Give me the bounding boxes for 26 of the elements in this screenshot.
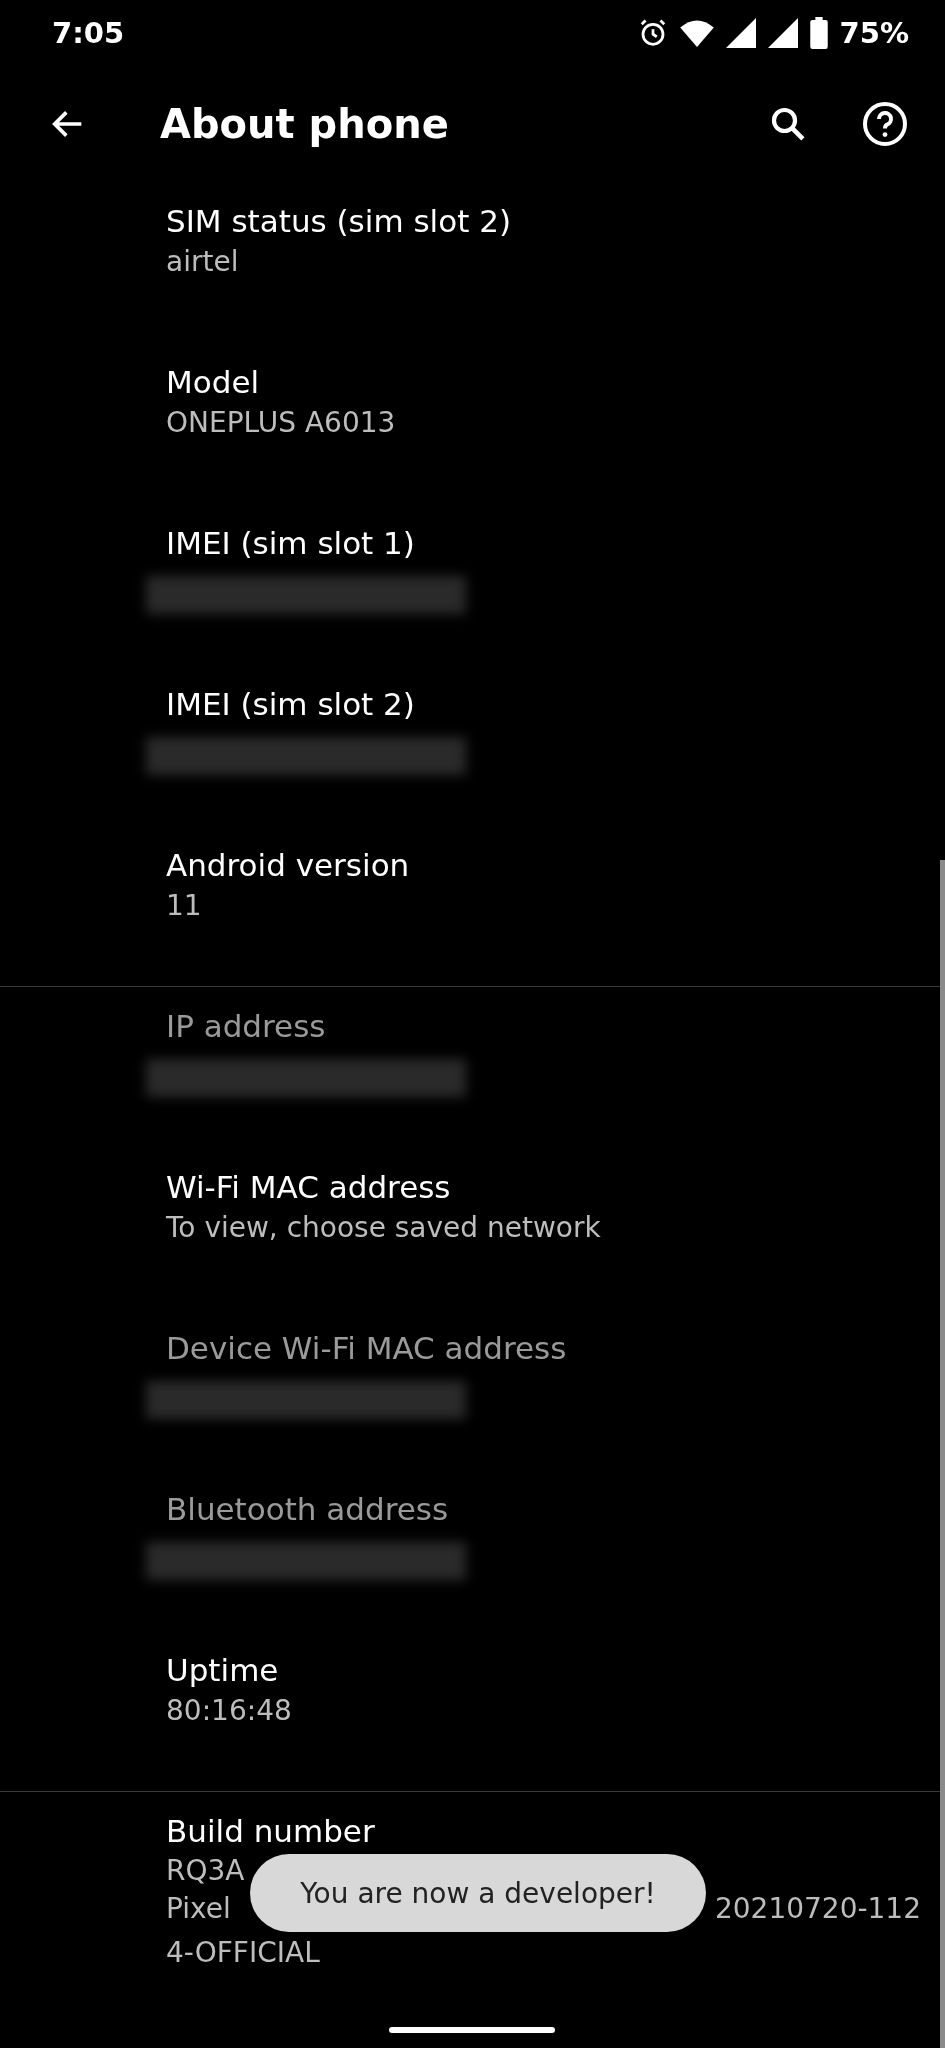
page-title: About phone <box>160 101 450 147</box>
signal-icon <box>725 18 756 48</box>
item-title[interactable]: Uptime <box>166 1649 279 1691</box>
item-summary: 80:16:48 <box>166 1693 292 1729</box>
item-summary: ONEPLUS A6013 <box>166 405 396 441</box>
item-summary: 4-OFFICIAL <box>166 1935 320 1971</box>
item-title[interactable]: IMEI (sim slot 2) <box>166 683 415 725</box>
item-title[interactable]: IMEI (sim slot 1) <box>166 522 415 564</box>
item-summary: 20210720-112 <box>714 1891 921 1927</box>
item-title[interactable]: Build number <box>166 1810 375 1852</box>
item-summary: To view, choose saved network <box>166 1210 601 1246</box>
help-icon <box>861 100 909 148</box>
toast-message: You are now a developer! <box>300 1876 656 1910</box>
item-title[interactable]: Model <box>166 361 260 403</box>
item-summary: RQ3A <box>166 1853 245 1889</box>
signal-icon <box>767 18 798 48</box>
item-summary: 11 <box>166 888 202 924</box>
battery-percent: 75% <box>839 16 909 50</box>
status-time: 7:05 <box>52 16 125 50</box>
item-title[interactable]: SIM status (sim slot 2) <box>166 200 511 242</box>
wifi-icon <box>679 19 714 47</box>
item-title[interactable]: Wi-Fi MAC address <box>166 1166 451 1208</box>
item-summary: Pixel <box>166 1891 231 1927</box>
battery-icon <box>809 17 828 49</box>
item-summary: airtel <box>166 244 239 280</box>
item-title[interactable]: Android version <box>166 844 410 886</box>
